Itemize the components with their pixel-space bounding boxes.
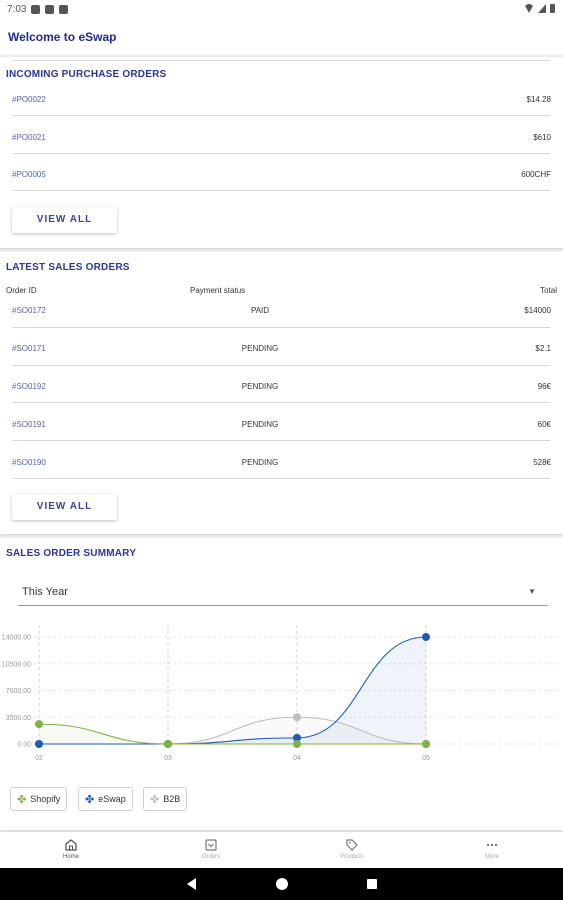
divider bbox=[12, 327, 550, 328]
column-header-order-id: Order ID bbox=[6, 286, 37, 295]
system-navigation-bar bbox=[0, 868, 563, 900]
divider bbox=[12, 60, 550, 61]
battery-icon bbox=[550, 4, 555, 13]
y-tick-label: 3500.00 bbox=[6, 715, 31, 722]
purchase-order-amount: $610 bbox=[533, 133, 551, 142]
more-icon bbox=[486, 843, 498, 847]
legend-chip-shopify[interactable]: ✤ Shopify bbox=[10, 787, 68, 811]
b2b-logo-icon: ✤ bbox=[150, 793, 160, 806]
card-title: INCOMING PURCHASE ORDERS bbox=[6, 69, 167, 80]
view-all-sales-orders-button[interactable]: VIEW ALL bbox=[12, 494, 117, 520]
divider bbox=[12, 478, 550, 479]
payment-status: PENDING bbox=[241, 382, 279, 391]
x-tick-label: 05 bbox=[422, 755, 430, 762]
divider bbox=[12, 115, 550, 116]
y-tick-label: 10500.00 bbox=[2, 661, 31, 668]
column-header-payment-status: Payment status bbox=[190, 286, 246, 295]
nav-item-products[interactable]: Products bbox=[282, 832, 422, 869]
app-bar: Welcome to eSwap bbox=[0, 20, 563, 55]
payment-status: PENDING bbox=[241, 458, 279, 467]
x-tick-label: 04 bbox=[293, 755, 301, 762]
nav-item-orders[interactable]: Orders bbox=[141, 832, 281, 869]
data-point-eswap[interactable] bbox=[35, 740, 43, 748]
divider bbox=[12, 440, 550, 441]
purchase-order-link[interactable]: #PO0005 bbox=[12, 170, 46, 179]
sales-order-link[interactable]: #SO0191 bbox=[12, 420, 46, 429]
sales-order-link[interactable]: #SO0192 bbox=[12, 382, 46, 391]
chevron-down-icon: ▼ bbox=[528, 587, 536, 596]
status-indicators bbox=[524, 4, 555, 13]
sales-order-link[interactable]: #SO0171 bbox=[12, 344, 46, 353]
chart-area bbox=[39, 637, 426, 744]
column-header-total: Total bbox=[540, 286, 557, 295]
purchase-order-link[interactable]: #PO0021 bbox=[12, 133, 46, 142]
nav-label: Orders bbox=[201, 854, 221, 860]
order-total: 96€ bbox=[537, 382, 551, 391]
payment-status: PENDING bbox=[241, 344, 279, 353]
nav-label: Products bbox=[340, 854, 364, 860]
divider bbox=[12, 190, 550, 191]
order-total: 528€ bbox=[533, 458, 551, 467]
nav-item-more[interactable]: More bbox=[422, 832, 562, 869]
bottom-navigation: Home Orders Products More bbox=[0, 831, 563, 868]
eswap-logo-icon: ✤ bbox=[85, 793, 95, 806]
nav-item-home[interactable]: Home bbox=[1, 832, 141, 869]
x-tick-label: 02 bbox=[35, 755, 43, 762]
status-time: 7:03 bbox=[7, 4, 27, 15]
sales-order-link[interactable]: #SO0190 bbox=[12, 458, 46, 467]
nav-label: More bbox=[485, 854, 499, 860]
status-bar: 7:03 bbox=[0, 0, 563, 20]
sales-order-summary-chart: 0.00 3500.00 7000.00 10500.00 14000.00 02 03 04… bbox=[2, 625, 560, 762]
payment-status: PENDING bbox=[241, 420, 279, 429]
data-point-eswap[interactable] bbox=[422, 633, 430, 641]
y-tick-label: 14000.00 bbox=[2, 635, 31, 642]
tag-icon bbox=[346, 839, 358, 851]
data-point-shopify[interactable] bbox=[293, 740, 301, 748]
card-title: SALES ORDER SUMMARY bbox=[6, 548, 137, 559]
notification-icon bbox=[45, 5, 54, 14]
back-icon[interactable] bbox=[187, 878, 196, 890]
order-total: 60€ bbox=[537, 420, 551, 429]
y-tick-label: 0.00 bbox=[17, 742, 31, 749]
data-point-shopify[interactable] bbox=[35, 720, 43, 729]
app-title: Welcome to eSwap bbox=[8, 30, 117, 44]
incoming-purchase-orders-card: INCOMING PURCHASE ORDERS #PO0022 $14.28 … bbox=[0, 57, 563, 248]
purchase-order-amount: 600CHF bbox=[521, 170, 551, 179]
purchase-order-amount: $14.28 bbox=[526, 95, 551, 104]
period-select-value: This Year bbox=[22, 586, 68, 598]
orders-icon bbox=[205, 839, 217, 851]
divider bbox=[12, 365, 550, 366]
data-point-b2b[interactable] bbox=[293, 713, 301, 722]
data-point-shopify[interactable] bbox=[422, 740, 430, 748]
legend-label: eSwap bbox=[98, 794, 126, 804]
purchase-order-link[interactable]: #PO0022 bbox=[12, 95, 46, 104]
home-icon bbox=[65, 839, 77, 851]
period-select[interactable]: This Year ▼ bbox=[18, 581, 548, 606]
nav-label: Home bbox=[62, 854, 79, 860]
legend-label: B2B bbox=[163, 794, 181, 804]
divider bbox=[12, 402, 550, 403]
notification-icon bbox=[31, 5, 40, 14]
card-title: LATEST SALES ORDERS bbox=[6, 262, 130, 273]
data-point-shopify[interactable] bbox=[164, 740, 172, 748]
recent-apps-icon[interactable] bbox=[367, 879, 377, 889]
x-tick-label: 03 bbox=[164, 755, 172, 762]
payment-status: PAID bbox=[250, 306, 270, 315]
wifi-icon bbox=[524, 4, 534, 13]
signal-icon bbox=[538, 4, 546, 13]
divider bbox=[12, 153, 550, 154]
order-total: $14000 bbox=[524, 306, 551, 315]
legend-label: Shopify bbox=[30, 794, 61, 804]
notification-icon bbox=[59, 5, 68, 14]
latest-sales-orders-card: LATEST SALES ORDERS Order ID Payment sta… bbox=[0, 252, 563, 534]
view-all-purchase-orders-button[interactable]: VIEW ALL bbox=[12, 207, 117, 233]
sales-order-link[interactable]: #SO0172 bbox=[12, 306, 46, 315]
order-total: $2.1 bbox=[535, 344, 551, 353]
shopify-leaf-icon: ✤ bbox=[17, 793, 27, 806]
legend-chip-eswap[interactable]: ✤ eSwap bbox=[78, 787, 133, 811]
series-area-eswap bbox=[39, 637, 426, 744]
home-circle-icon[interactable] bbox=[276, 878, 288, 890]
legend-chip-b2b[interactable]: ✤ B2B bbox=[143, 787, 188, 811]
y-tick-label: 7000.00 bbox=[6, 688, 31, 695]
